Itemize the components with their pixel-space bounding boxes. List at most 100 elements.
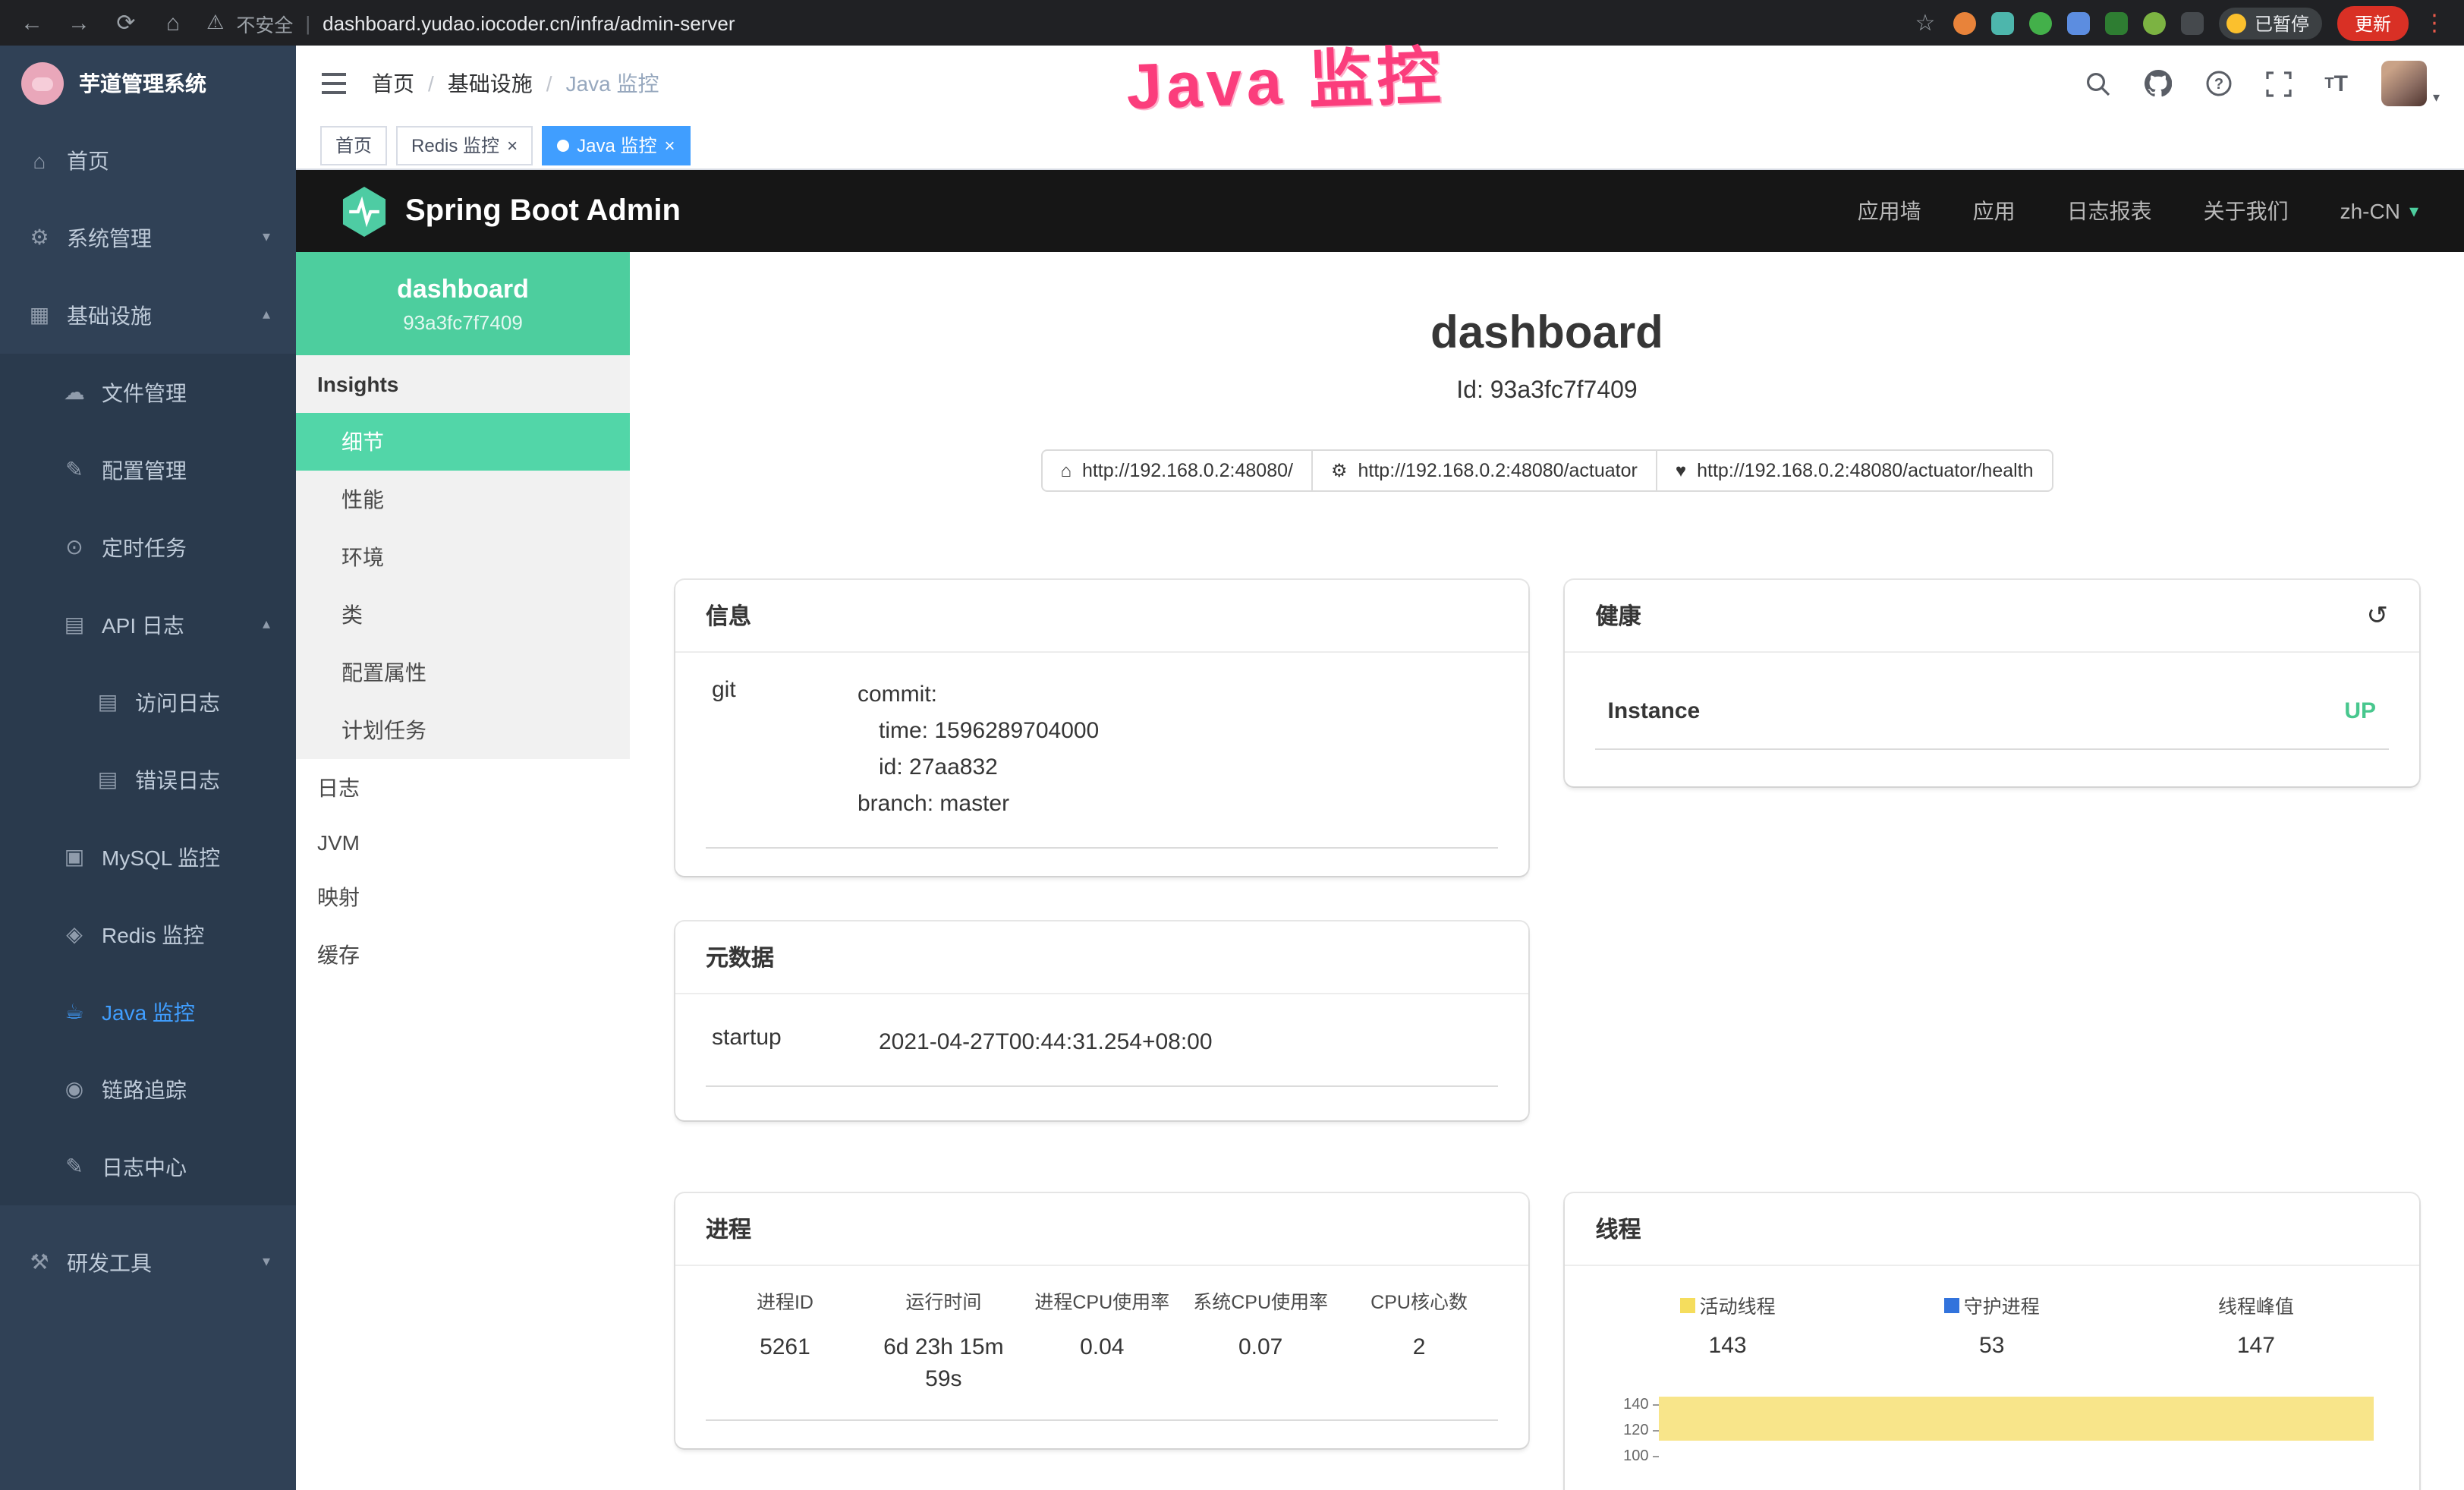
chart-y-axis: 140 120 100: [1602, 1392, 1660, 1490]
breadcrumb-infra[interactable]: 基础设施: [448, 68, 533, 99]
service-url-button[interactable]: ⌂ http://192.168.0.2:48080/: [1040, 449, 1313, 492]
process-header: 系统CPU使用率: [1182, 1290, 1340, 1316]
github-icon[interactable]: [2144, 70, 2171, 97]
sidebar-item-infra[interactable]: ▦ 基础设施 ▴: [0, 276, 296, 354]
extension-icon[interactable]: [1954, 11, 1977, 34]
sidebar-item-label: MySQL 监控: [102, 842, 220, 872]
hamburger-icon[interactable]: [320, 71, 348, 96]
sba-nav-journal[interactable]: 日志报表: [2067, 196, 2152, 226]
sba-nav-applications[interactable]: 应用: [1973, 196, 2016, 226]
sidebar-item-java-monitor[interactable]: ☕ Java 监控: [0, 973, 296, 1051]
sba-menu-scheduled-tasks[interactable]: 计划任务: [296, 701, 630, 759]
y-tick-label: 120: [1623, 1422, 1648, 1439]
url-text[interactable]: dashboard.yudao.iocoder.cn/infra/admin-s…: [323, 11, 735, 34]
legend-label: 活动线程: [1700, 1290, 1776, 1319]
sidebar-item-label: 日志中心: [102, 1151, 187, 1182]
sba-menu-classes[interactable]: 类: [296, 586, 630, 644]
insights-section: Insights 细节 性能 环境 类 配置属性 计划任务: [296, 355, 630, 759]
edit-icon: ✎: [61, 457, 88, 483]
metadata-card-body: startup 2021-04-27T00:44:31.254+08:00: [675, 994, 1529, 1120]
health-url-button[interactable]: ♥ http://192.168.0.2:48080/actuator/heal…: [1656, 449, 2053, 492]
close-icon[interactable]: ×: [664, 134, 675, 156]
sba-menu-logs[interactable]: 日志: [296, 759, 630, 817]
infra-icon: ▦: [26, 302, 53, 328]
sidebar-item-dev-tools[interactable]: ⚒ 研发工具 ▾: [0, 1224, 296, 1301]
java-icon: ☕: [61, 999, 88, 1025]
tab-redis-monitor[interactable]: Redis 监控 ×: [396, 125, 533, 165]
app-logo-row[interactable]: 芋道管理系统: [0, 46, 296, 121]
sidebar-item-mysql-monitor[interactable]: ▣ MySQL 监控: [0, 818, 296, 896]
breadcrumb-home[interactable]: 首页: [372, 68, 414, 99]
sidebar-item-label: 首页: [67, 145, 109, 175]
sidebar-item-system[interactable]: ⚙ 系统管理 ▾: [0, 199, 296, 276]
sba-nav-about[interactable]: 关于我们: [2204, 196, 2289, 226]
health-instance-row[interactable]: Instance UP: [1596, 698, 2389, 750]
cards-row-top: 信息 git commit: time: 1596289704000 id: 2…: [675, 580, 2418, 1120]
sidebar-item-redis-monitor[interactable]: ◈ Redis 监控: [0, 896, 296, 973]
page-title: dashboard: [675, 304, 2418, 364]
fullscreen-icon[interactable]: [2265, 71, 2291, 96]
browser-menu-icon[interactable]: ⋮: [2423, 9, 2446, 36]
puzzle-extension-icon[interactable]: [2182, 11, 2204, 34]
health-icon: ♥: [1676, 460, 1686, 481]
extension-icon[interactable]: [2106, 11, 2129, 34]
extension-icon[interactable]: [2030, 11, 2053, 34]
tab-java-monitor[interactable]: Java 监控 ×: [542, 125, 690, 165]
help-icon[interactable]: ?: [2204, 70, 2232, 97]
sidebar-item-config-manage[interactable]: ✎ 配置管理: [0, 431, 296, 509]
legend-daemon-threads: 守护进程 53: [1860, 1290, 2124, 1359]
sidebar-item-scheduled-jobs[interactable]: ⊙ 定时任务: [0, 509, 296, 586]
sba-menu-jvm[interactable]: JVM: [296, 817, 630, 868]
paused-badge[interactable]: 已暂停: [2220, 7, 2323, 39]
sba-menu-metrics[interactable]: 性能: [296, 471, 630, 528]
legend-label: 守护进程: [1964, 1290, 2040, 1319]
forward-icon[interactable]: →: [65, 10, 93, 36]
sidebar-item-file-manage[interactable]: ☁ 文件管理: [0, 354, 296, 431]
tab-label: Java 监控: [577, 132, 656, 158]
sba-menu-environment[interactable]: 环境: [296, 528, 630, 586]
extension-icon[interactable]: [1992, 11, 2015, 34]
back-icon[interactable]: ←: [18, 10, 46, 36]
cards-row-bottom: 进程 进程ID 5261 运行时间: [675, 1193, 2418, 1490]
update-button[interactable]: 更新: [2338, 5, 2408, 40]
sidebar-item-trace[interactable]: ◉ 链路追踪: [0, 1051, 296, 1128]
tab-home[interactable]: 首页: [320, 125, 387, 165]
git-id-line: id: 27aa832: [858, 750, 1099, 786]
redis-icon: ◈: [61, 921, 88, 947]
instance-header[interactable]: dashboard 93a3fc7f7409: [296, 252, 630, 355]
bookmark-star-icon[interactable]: ☆: [1912, 9, 1939, 36]
user-avatar-menu[interactable]: ▾: [2381, 61, 2440, 106]
close-icon[interactable]: ×: [507, 134, 518, 156]
metadata-row-startup: startup 2021-04-27T00:44:31.254+08:00: [706, 1025, 1499, 1087]
address-bar[interactable]: ⚠ 不安全 | dashboard.yudao.iocoder.cn/infra…: [206, 8, 1892, 37]
reload-icon[interactable]: ⟳: [112, 9, 140, 36]
sidebar-item-label: 错误日志: [135, 764, 220, 795]
actuator-url-button[interactable]: ⚙ http://192.168.0.2:48080/actuator: [1311, 449, 1657, 492]
sidebar-item-access-log[interactable]: ▤ 访问日志: [0, 663, 296, 741]
locale-label: zh-CN: [2340, 199, 2400, 223]
sidebar-item-log-center[interactable]: ✎ 日志中心: [0, 1128, 296, 1205]
page-instance-id: Id: 93a3fc7f7409: [675, 373, 2418, 410]
sidebar-item-label: API 日志: [102, 610, 184, 640]
sba-menu-config-props[interactable]: 配置属性: [296, 644, 630, 701]
home-icon[interactable]: ⌂: [159, 10, 187, 36]
timer-icon: ⊙: [61, 534, 88, 560]
history-icon[interactable]: ↺: [2367, 600, 2389, 631]
locale-select[interactable]: zh-CN ▾: [2340, 199, 2418, 223]
sba-brand-title[interactable]: Spring Boot Admin: [405, 194, 681, 228]
instance-name: dashboard: [311, 275, 615, 305]
sidebar-item-api-log[interactable]: ▤ API 日志 ▴: [0, 586, 296, 663]
sba-menu-mappings[interactable]: 映射: [296, 868, 630, 926]
search-icon[interactable]: [2085, 71, 2110, 96]
sidebar-item-home[interactable]: ⌂ 首页: [0, 121, 296, 199]
extension-icon[interactable]: [2144, 11, 2167, 34]
sba-main: dashboard Id: 93a3fc7f7409 ⌂ http://192.…: [630, 252, 2464, 1490]
font-size-icon[interactable]: TT: [2324, 71, 2348, 96]
tick-mark: [1654, 1456, 1660, 1457]
sidebar-item-error-log[interactable]: ▤ 错误日志: [0, 741, 296, 818]
sba-menu-caches[interactable]: 缓存: [296, 926, 630, 984]
sba-nav-wallboard[interactable]: 应用墙: [1858, 196, 1921, 226]
app-logo: [21, 62, 64, 105]
sba-menu-details[interactable]: 细节: [296, 413, 630, 471]
extension-icon[interactable]: [2068, 11, 2091, 34]
